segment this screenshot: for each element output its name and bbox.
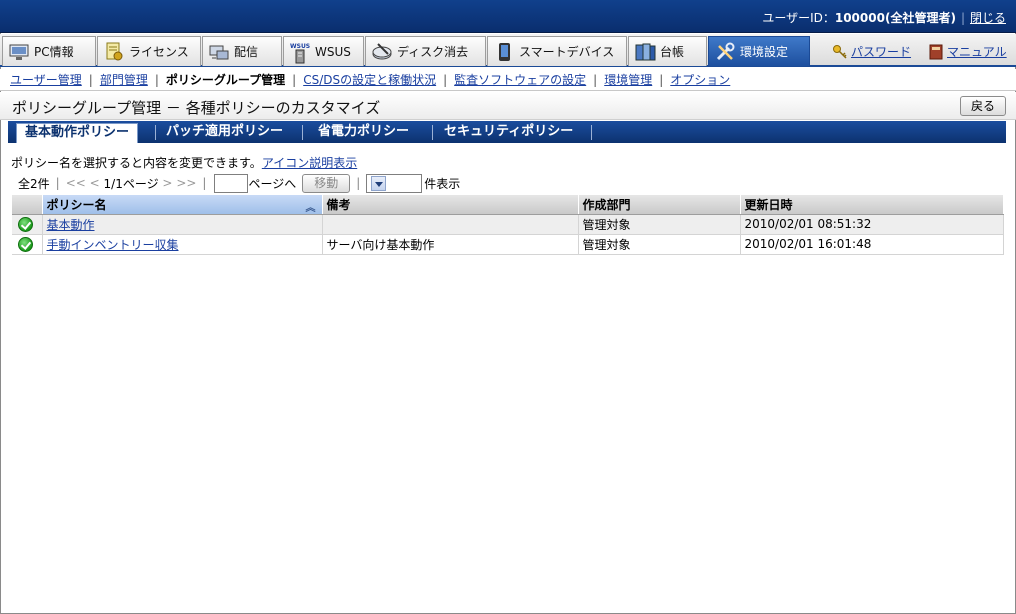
tab-environment-settings[interactable]: 環境設定: [708, 36, 810, 66]
chevron-down-icon: [371, 175, 387, 191]
tab-pc-info[interactable]: PC情報: [2, 36, 96, 66]
policy-note: サーバ向け基本動作: [322, 234, 579, 255]
status-column-header: [12, 195, 43, 215]
table-header-row: ポリシー名 ︽ 備考 作成部門 更新日時: [12, 195, 1004, 215]
page-info: 1/1ページ: [103, 176, 159, 191]
manual-book-icon: [928, 44, 944, 60]
tab-security-policy[interactable]: セキュリティポリシー: [436, 123, 581, 143]
user-id-value: 100000(全社管理者): [834, 11, 956, 25]
disk-erase-icon: [372, 42, 392, 62]
subnav-audit-software-settings[interactable]: 監査ソフトウェアの設定: [454, 71, 586, 88]
user-info: ユーザーID：100000(全社管理者) | 閉じる: [762, 11, 1006, 25]
table-row: 基本動作 管理対象 2010/02/01 08:51:32: [12, 214, 1004, 235]
tab-smart-device[interactable]: スマートデバイス: [487, 36, 627, 66]
tab-ledger[interactable]: 台帳: [628, 36, 707, 66]
ledger-icon: [635, 42, 656, 62]
column-note[interactable]: 備考: [322, 195, 579, 215]
instruction-text: ポリシー名を選択すると内容を変更できます。アイコン説明表示: [11, 156, 358, 170]
subnav-cs-ds-settings[interactable]: CS/DSの設定と稼働状況: [303, 71, 436, 88]
move-button[interactable]: 移動: [302, 173, 351, 193]
column-updated[interactable]: 更新日時: [740, 195, 1004, 215]
policy-note: [322, 214, 579, 235]
wsus-icon: WSUS: [290, 42, 310, 63]
first-page-button[interactable]: <<: [66, 176, 86, 190]
user-id-label: ユーザーID：: [762, 11, 835, 25]
next-page-button[interactable]: >: [162, 176, 172, 190]
settings-tools-icon: [715, 42, 735, 62]
license-icon: [104, 42, 124, 62]
tab-power-saving-policy[interactable]: 省電力ポリシー: [310, 123, 417, 143]
goto-page-label: ページへ: [248, 176, 297, 191]
tab-disk-erase[interactable]: ディスク消去: [365, 36, 486, 66]
smart-device-icon: [494, 42, 514, 62]
prev-page-button[interactable]: <: [90, 176, 100, 190]
subnav-department-management[interactable]: 部門管理: [100, 71, 148, 88]
back-button[interactable]: 戻る: [960, 96, 1006, 116]
main-nav: PC情報 ライセンス 配信 WSUS WSUS ディスク消去 スマートデバイス …: [0, 34, 1016, 67]
sort-icon: ︽: [305, 203, 316, 214]
check-ok-icon: [18, 236, 33, 252]
policy-table: ポリシー名 ︽ 備考 作成部門 更新日時 基本動作 管理対象 2010/02/0…: [12, 195, 1004, 255]
per-page-label: 件表示: [424, 176, 461, 191]
subnav-options[interactable]: オプション: [670, 71, 730, 88]
pager: 全2件 | << < 1/1ページ > >> | ページへ 移動 | 20 件表…: [18, 173, 461, 193]
policy-name-link[interactable]: 手動インベントリー収集: [47, 238, 179, 252]
close-link[interactable]: 閉じる: [970, 11, 1006, 25]
tab-patch-policy[interactable]: パッチ適用ポリシー: [158, 123, 291, 143]
sub-nav: ユーザー管理 | 部門管理 | ポリシーグループ管理 | CS/DSの設定と稼働…: [0, 69, 1016, 91]
tab-distribution[interactable]: 配信: [202, 36, 282, 66]
policy-name-link[interactable]: 基本動作: [47, 218, 95, 232]
last-page-button[interactable]: >>: [176, 176, 196, 190]
manual-link[interactable]: マニュアル: [928, 43, 1007, 60]
policy-department: 管理対象: [578, 214, 741, 235]
icon-legend-link[interactable]: アイコン説明表示: [262, 156, 357, 170]
table-row: 手動インベントリー収集 サーバ向け基本動作 管理対象 2010/02/01 16…: [12, 234, 1004, 255]
svg-text:WSUS: WSUS: [290, 43, 310, 50]
distribution-icon: [209, 42, 229, 62]
top-header: ユーザーID：100000(全社管理者) | 閉じる: [0, 0, 1016, 33]
column-department[interactable]: 作成部門: [578, 195, 741, 215]
check-ok-icon: [18, 216, 33, 232]
tab-wsus[interactable]: WSUS WSUS: [283, 36, 364, 66]
page-title: ポリシーグループ管理 － 各種ポリシーのカスタマイズ: [12, 99, 381, 117]
tab-basic-operation-policy[interactable]: 基本動作ポリシー: [16, 123, 139, 143]
title-bar: ポリシーグループ管理 － 各種ポリシーのカスタマイズ 戻る: [0, 92, 1016, 120]
policy-updated: 2010/02/01 08:51:32: [740, 214, 1004, 235]
subnav-policy-group-management: ポリシーグループ管理: [165, 73, 286, 87]
subnav-environment-management[interactable]: 環境管理: [604, 71, 652, 88]
page-number-input[interactable]: [214, 173, 249, 193]
policy-updated: 2010/02/01 16:01:48: [740, 234, 1004, 255]
subnav-user-management[interactable]: ユーザー管理: [10, 71, 82, 88]
password-link[interactable]: パスワード: [832, 43, 911, 60]
total-count: 全2件: [18, 176, 50, 191]
tab-license[interactable]: ライセンス: [97, 36, 201, 66]
policy-department: 管理対象: [578, 234, 741, 255]
pc-icon: [9, 42, 29, 62]
column-policy-name[interactable]: ポリシー名 ︽: [42, 195, 323, 215]
per-page-select[interactable]: 20: [366, 173, 423, 193]
key-icon: [832, 44, 848, 60]
policy-tabs: 基本動作ポリシー パッチ適用ポリシー 省電力ポリシー セキュリティポリシー: [8, 121, 1006, 143]
